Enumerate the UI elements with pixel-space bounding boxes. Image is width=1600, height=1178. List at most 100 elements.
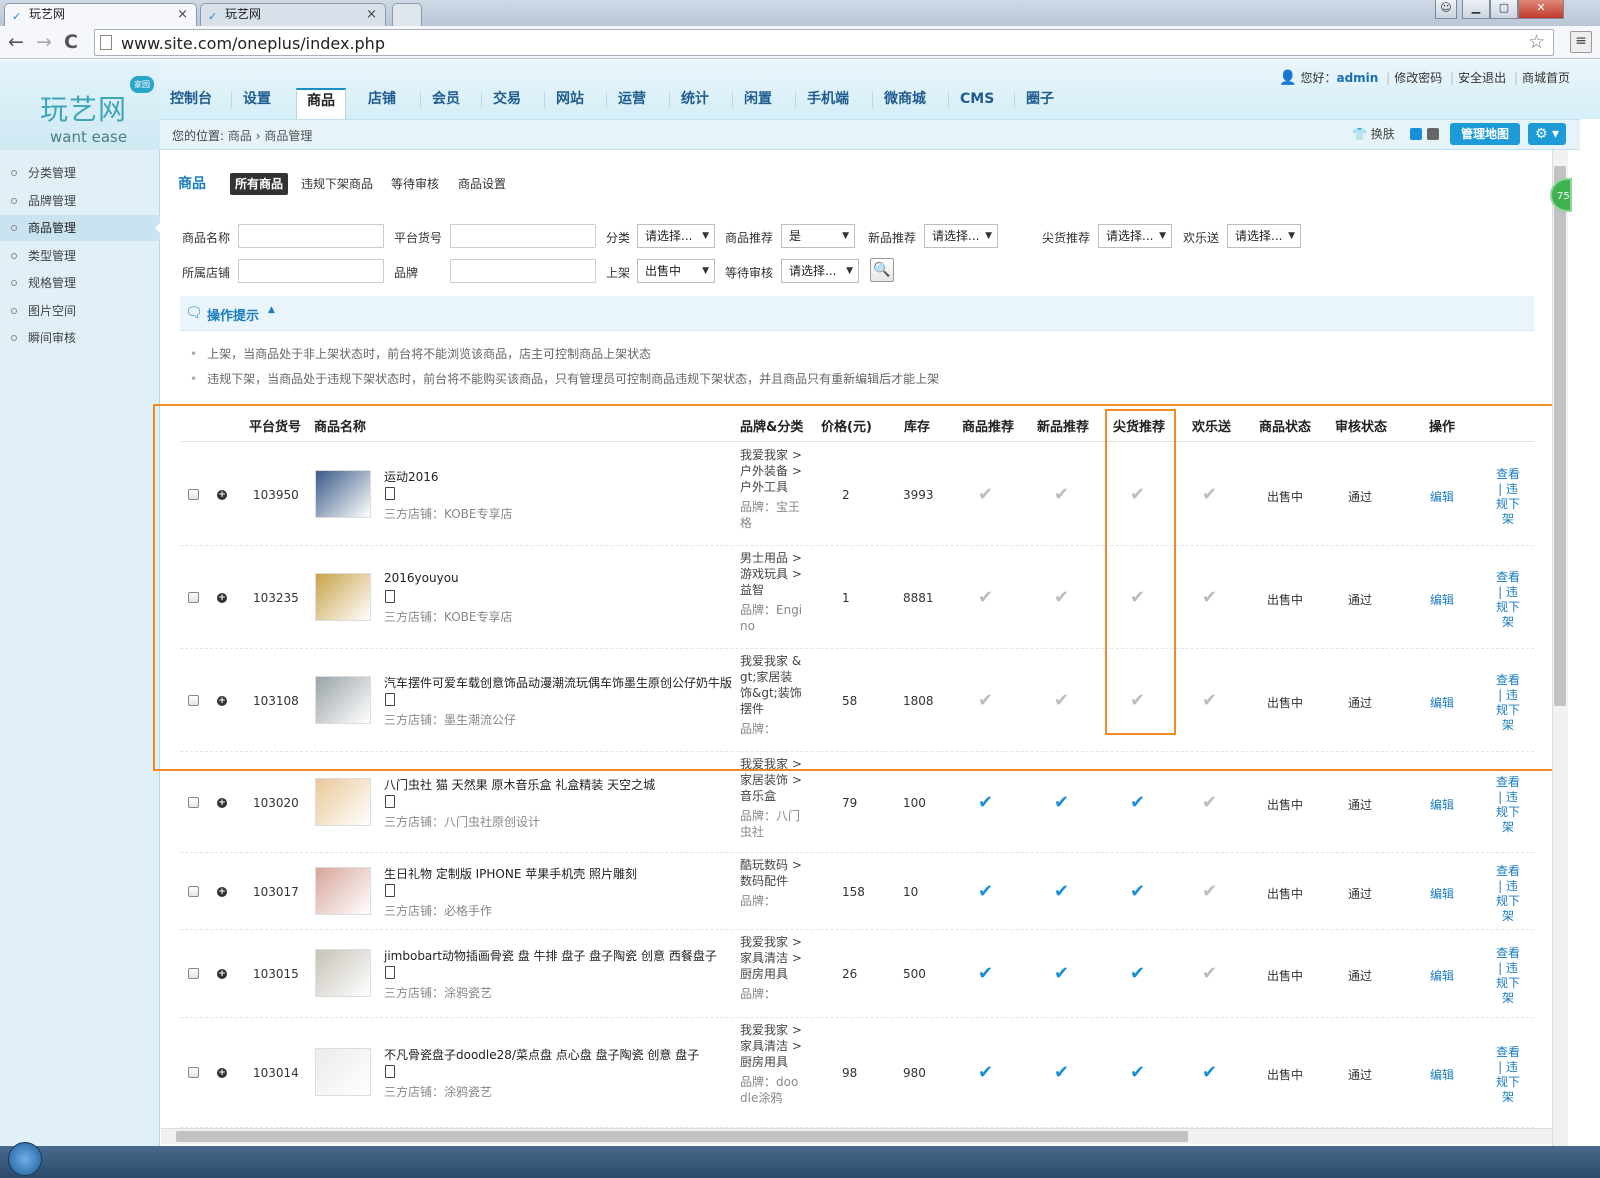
- edit-link[interactable]: 编辑: [1430, 1066, 1454, 1083]
- check-icon-happy[interactable]: ✔: [1202, 965, 1217, 983]
- sidebar-item-4[interactable]: 规格管理: [0, 270, 160, 296]
- expand-plus-icon[interactable]: +: [217, 969, 227, 979]
- nav-item-5[interactable]: 交易: [483, 88, 531, 119]
- product-name[interactable]: 八门虫社 猫 天然果 原木音乐盒 礼盒精装 天空之城: [384, 776, 655, 793]
- nav-item-8[interactable]: 统计: [671, 88, 719, 119]
- check-icon-rec[interactable]: ✔: [978, 485, 993, 504]
- view-violation-link[interactable]: 查看 | 违规下架: [1494, 1045, 1522, 1105]
- logout-link[interactable]: 安全退出: [1458, 71, 1506, 85]
- user-icon[interactable]: ☺: [1435, 0, 1457, 19]
- brand-input[interactable]: [450, 259, 596, 283]
- view-violation-link[interactable]: 查看 | 违规下架: [1494, 673, 1522, 733]
- view-violation-link[interactable]: 查看 | 违规下架: [1494, 467, 1522, 527]
- check-icon-new[interactable]: ✔: [1054, 793, 1069, 812]
- check-icon-rec[interactable]: ✔: [978, 793, 993, 812]
- expand-plus-icon[interactable]: +: [217, 489, 227, 500]
- forward-icon[interactable]: →: [36, 31, 52, 53]
- product-thumbnail[interactable]: [315, 469, 371, 518]
- check-icon-new[interactable]: ✔: [1054, 965, 1069, 983]
- product-name[interactable]: 不凡骨瓷盘子doodle28/菜点盘 点心盘 盘子陶瓷 创意 盘子: [384, 1046, 699, 1063]
- product-name[interactable]: 运动2016: [384, 468, 439, 485]
- vertical-scroll-thumb[interactable]: [1554, 166, 1566, 706]
- nav-item-1[interactable]: 设置: [233, 88, 281, 119]
- recommend-select[interactable]: 是 ▼: [781, 224, 855, 248]
- store-name[interactable]: 三方店铺：必格手作: [384, 902, 492, 919]
- store-name[interactable]: 三方店铺：八门虫社原创设计: [384, 813, 540, 830]
- check-icon-happy[interactable]: ✔: [1202, 588, 1217, 607]
- check-icon-happy[interactable]: ✔: [1202, 691, 1217, 710]
- product-name[interactable]: 2016youyou: [384, 571, 459, 585]
- close-tab-icon[interactable]: ×: [366, 4, 377, 25]
- tips-bar[interactable]: 🗨 操作提示 ▲: [180, 296, 1534, 331]
- product-thumbnail[interactable]: [315, 866, 371, 915]
- happy-send-select[interactable]: 请选择... ▼: [1227, 224, 1301, 248]
- logo[interactable]: 玩艺网 家园 want ease: [0, 60, 160, 150]
- nav-item-13[interactable]: 圈子: [1016, 88, 1064, 119]
- check-icon-hot[interactable]: ✔: [1130, 882, 1145, 901]
- check-icon-rec[interactable]: ✔: [978, 882, 993, 901]
- url-text[interactable]: www.site.com/oneplus/index.php: [121, 34, 385, 53]
- hot-recommend-select[interactable]: 请选择... ▼: [1098, 224, 1172, 248]
- product-thumbnail[interactable]: [315, 1048, 371, 1096]
- horizontal-scroll-thumb[interactable]: [176, 1131, 1188, 1142]
- view-violation-link[interactable]: 查看 | 违规下架: [1494, 775, 1522, 835]
- category-select[interactable]: 请选择... ▼: [637, 224, 715, 248]
- store-name[interactable]: 三方店铺：墨生潮流公仔: [384, 711, 516, 728]
- expand-plus-icon[interactable]: +: [217, 695, 227, 706]
- platform-sku-input[interactable]: [450, 224, 596, 248]
- search-icon[interactable]: 🔍: [870, 258, 894, 282]
- store-input[interactable]: [238, 259, 384, 283]
- new-tab-button[interactable]: [392, 3, 422, 26]
- window-close-button[interactable]: ✕: [1518, 0, 1564, 19]
- check-icon-hot[interactable]: ✔: [1130, 793, 1145, 812]
- row-checkbox[interactable]: [188, 1067, 199, 1078]
- product-thumbnail[interactable]: [315, 949, 371, 997]
- store-name[interactable]: 三方店铺：涂鸦瓷艺: [384, 1083, 492, 1100]
- view-violation-link[interactable]: 查看 | 违规下架: [1494, 946, 1522, 1006]
- start-button[interactable]: [8, 1142, 42, 1176]
- expand-plus-icon[interactable]: +: [217, 1068, 227, 1078]
- sidebar-item-1[interactable]: 品牌管理: [0, 188, 160, 214]
- product-name[interactable]: jimbobart动物插画骨瓷 盘 牛排 盘子 盘子陶瓷 创意 西餐盘子: [384, 947, 717, 964]
- tab-violation[interactable]: 违规下架商品: [301, 173, 373, 195]
- reload-icon[interactable]: C: [64, 31, 78, 53]
- store-name[interactable]: 三方店铺：KOBE专享店: [384, 505, 512, 522]
- browser-tab-2[interactable]: ✓ 玩艺网 ×: [200, 3, 386, 26]
- listing-select[interactable]: 出售中 ▼: [637, 259, 715, 283]
- check-icon-new[interactable]: ✔: [1054, 691, 1069, 710]
- username[interactable]: admin: [1336, 71, 1378, 85]
- manage-map-button[interactable]: 管理地图: [1450, 123, 1520, 145]
- edit-link[interactable]: 编辑: [1430, 885, 1454, 902]
- check-icon-new[interactable]: ✔: [1054, 1064, 1069, 1082]
- product-name-input[interactable]: [238, 224, 384, 248]
- expand-plus-icon[interactable]: +: [217, 886, 227, 897]
- check-icon-hot[interactable]: ✔: [1130, 965, 1145, 983]
- audit-select[interactable]: 请选择... ▼: [781, 259, 859, 283]
- check-icon-rec[interactable]: ✔: [978, 965, 993, 983]
- check-icon-happy[interactable]: ✔: [1202, 485, 1217, 504]
- mall-home-link[interactable]: 商城首页: [1522, 71, 1570, 85]
- nav-item-7[interactable]: 运营: [608, 88, 656, 119]
- tab-all-products[interactable]: 所有商品: [230, 173, 289, 195]
- check-icon-hot[interactable]: ✔: [1130, 691, 1145, 710]
- edit-link[interactable]: 编辑: [1430, 694, 1454, 711]
- maximize-button[interactable]: ▢: [1490, 0, 1518, 19]
- check-icon-new[interactable]: ✔: [1054, 588, 1069, 607]
- breadcrumb-level1[interactable]: 商品: [228, 129, 252, 143]
- expand-plus-icon[interactable]: +: [217, 797, 227, 808]
- sidebar-item-5[interactable]: 图片空间: [0, 298, 160, 324]
- nav-item-10[interactable]: 手机端: [797, 88, 859, 119]
- nav-item-11[interactable]: 微商城: [874, 88, 936, 119]
- nav-item-3[interactable]: 店铺: [358, 88, 406, 119]
- store-name[interactable]: 三方店铺：涂鸦瓷艺: [384, 984, 492, 1001]
- check-icon-new[interactable]: ✔: [1054, 485, 1069, 504]
- edit-link[interactable]: 编辑: [1430, 967, 1454, 984]
- row-checkbox[interactable]: [188, 885, 199, 897]
- bookmark-star-icon[interactable]: ☆: [1528, 31, 1545, 53]
- nav-item-4[interactable]: 会员: [422, 88, 470, 119]
- sidebar-item-2[interactable]: 商品管理: [0, 215, 161, 241]
- close-tab-icon[interactable]: ×: [177, 4, 188, 25]
- row-checkbox[interactable]: [188, 694, 199, 706]
- check-icon-rec[interactable]: ✔: [978, 588, 993, 607]
- check-icon-happy[interactable]: ✔: [1202, 882, 1217, 901]
